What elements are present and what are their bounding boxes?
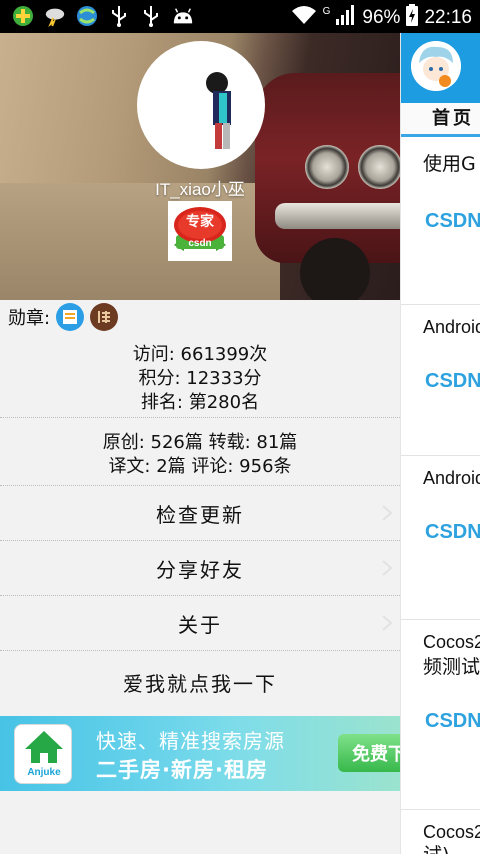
- app-plus-icon: [12, 5, 34, 27]
- visits-stat: 访问: 661399次: [132, 344, 268, 365]
- user-avatar[interactable]: [137, 41, 265, 169]
- feed-title-line2: 试): [423, 843, 449, 854]
- rank-stat: 排名: 第280名: [140, 392, 260, 413]
- signal-icon: [336, 5, 356, 31]
- feed-tag: CSDN: [425, 521, 480, 543]
- username: IT_xiao小巫: [155, 180, 245, 199]
- usb-icon-2: [140, 5, 162, 27]
- divider: [401, 619, 480, 620]
- side-drawer: IT_xiao小巫 专家 csdn 勋章: 访问: 661399次 积分: 12…: [0, 33, 400, 854]
- drawer-empty-area: [0, 791, 400, 854]
- divider: [0, 417, 400, 418]
- divider: [0, 650, 400, 651]
- feed-title: Android: [423, 317, 480, 337]
- divider: [401, 455, 480, 456]
- chevron-right-icon: [382, 615, 393, 631]
- persistence-medal-icon[interactable]: [90, 303, 119, 331]
- header-avatar[interactable]: [411, 41, 461, 91]
- ad-subline: 二手房·新房·租房: [96, 758, 268, 782]
- menu-love-me[interactable]: 爱我就点我一下: [0, 655, 400, 709]
- battery-percent: 96%: [362, 7, 401, 28]
- badge-sub: csdn: [188, 238, 211, 249]
- feed-tag: CSDN: [425, 370, 480, 392]
- anjuke-logo: Anjuke: [14, 724, 72, 784]
- android-icon: [172, 5, 194, 27]
- wifi-icon: [291, 5, 317, 31]
- expert-badge: 专家 csdn: [168, 201, 232, 261]
- feed-title-line2: 频测试: [423, 656, 480, 678]
- browser-globe-icon: [76, 5, 98, 27]
- divider: [401, 809, 480, 810]
- divider: [401, 304, 480, 305]
- network-type-label: G: [322, 5, 331, 17]
- medals-label: 勋章:: [8, 308, 51, 329]
- ad-logo-label: Anjuke: [27, 767, 61, 778]
- menu-item-label: 关于: [178, 612, 222, 637]
- badge-text: 专家: [186, 213, 215, 230]
- usb-icon: [108, 5, 130, 27]
- main-content-panel[interactable]: 首页 使用G CSDN Android CSDN Android CSDN Co…: [400, 33, 480, 854]
- main-header: [401, 33, 480, 103]
- clock: 22:16: [424, 7, 472, 28]
- status-bar: G 96% 22:16: [0, 0, 480, 33]
- profile-cover-image: IT_xiao小巫 专家 csdn: [0, 33, 400, 300]
- ad-free-download-button[interactable]: 免费下: [338, 734, 400, 772]
- feed-tag: CSDN: [425, 710, 480, 732]
- battery-charging-icon: [406, 4, 419, 32]
- chevron-right-icon: [382, 505, 393, 521]
- menu-item-label: 分享好友: [156, 557, 244, 582]
- feed-title: 使用G: [423, 153, 476, 175]
- menu-about[interactable]: 关于: [0, 596, 400, 650]
- posts-stat-line2: 译文: 2篇 评论: 956条: [108, 456, 292, 477]
- ad-headline: 快速、精准搜索房源: [96, 729, 285, 753]
- chevron-right-icon: [382, 560, 393, 576]
- house-icon: [25, 731, 63, 763]
- stats-summary: 访问: 661399次 积分: 12333分 排名: 第280名: [0, 343, 400, 415]
- menu-item-label: 爱我就点我一下: [123, 671, 277, 696]
- medals-row: 勋章:: [8, 301, 119, 333]
- posts-stat-line1: 原创: 526篇 转载: 81篇: [102, 432, 298, 453]
- feed-title: Cocos2d: [423, 632, 480, 652]
- menu-check-update[interactable]: 检查更新: [0, 486, 400, 540]
- menu-share-friends[interactable]: 分享好友: [0, 541, 400, 595]
- blog-medal-icon[interactable]: [56, 303, 85, 331]
- weather-icon: [44, 5, 66, 27]
- feed-title: Android: [423, 468, 480, 488]
- ad-banner[interactable]: Anjuke 快速、精准搜索房源 二手房·新房·租房 免费下: [0, 716, 400, 791]
- points-stat: 积分: 12333分: [138, 368, 262, 389]
- menu-item-label: 检查更新: [156, 502, 244, 527]
- tab-home[interactable]: 首页: [401, 103, 480, 137]
- feed-title: Cocos2d: [423, 822, 480, 842]
- posts-summary: 原创: 526篇 转载: 81篇 译文: 2篇 评论: 956条: [0, 431, 400, 479]
- feed-tag: CSDN: [425, 210, 480, 232]
